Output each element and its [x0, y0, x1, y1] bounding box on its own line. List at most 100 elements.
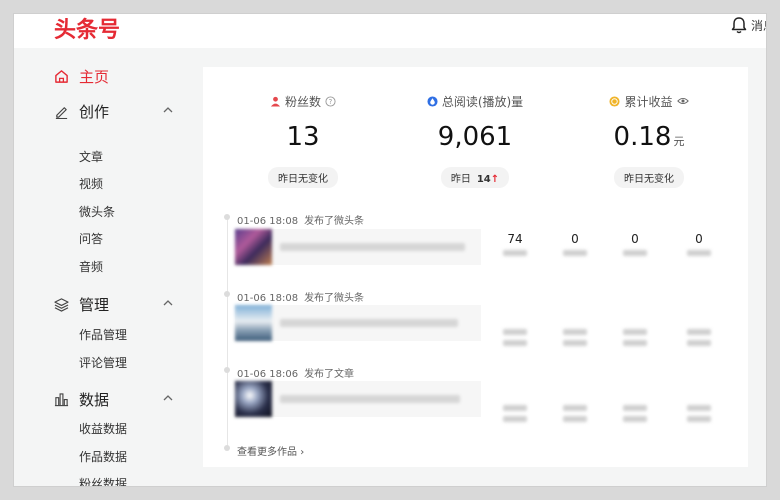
post-metric-value: [495, 385, 535, 397]
post-metric-value: [615, 309, 655, 321]
stat-label-text: 累计收益: [624, 94, 673, 109]
sidebar-subitem-micro-post[interactable]: 微头条: [79, 203, 115, 220]
post-metric: 0: [555, 233, 595, 256]
arrow-up-icon: ↑: [490, 174, 500, 185]
post-metric-value: [679, 385, 719, 397]
coin-icon: [609, 95, 621, 107]
svg-text:?: ?: [329, 97, 333, 105]
home-icon: [55, 70, 68, 83]
post-metric-value: [555, 385, 595, 397]
timeline-dot: [224, 445, 230, 451]
stat-earnings[interactable]: 累计收益 0.18 元 昨日无变化: [569, 67, 729, 188]
post-metric-value: 74: [507, 233, 523, 245]
sidebar-item-label: 管理: [79, 296, 110, 314]
sidebar-subitem-video[interactable]: 视频: [79, 175, 103, 192]
stat-change-badge: 昨日无变化: [614, 167, 684, 188]
chevron-right-icon: ›: [300, 447, 305, 458]
post-action: 发布了微头条: [304, 293, 365, 304]
timeline-dot: [224, 367, 230, 373]
sidebar-item-create[interactable]: 创作: [54, 101, 109, 122]
sidebar: 主页 创作 文章 视频 微头条 问答 音频 管理 作品管理 评论管理 数据 收益…: [14, 48, 194, 486]
messages-button[interactable]: 消息: [731, 16, 766, 34]
post-metric: 0: [679, 233, 719, 256]
post-time: 01-06 18:08: [237, 293, 299, 304]
post-metric-value: 0: [695, 233, 703, 245]
bell-icon: [731, 17, 747, 34]
sidebar-item-label: 创作: [79, 103, 110, 121]
sidebar-subitem-works-data[interactable]: 作品数据: [79, 448, 127, 465]
person-icon: [270, 96, 281, 107]
post-item[interactable]: [235, 229, 481, 265]
post-title-blurred: [280, 395, 460, 403]
stat-change-value: 14: [476, 174, 491, 185]
post-metric: [495, 309, 535, 346]
layers-icon: [54, 298, 69, 312]
post-action: 发布了文章: [304, 369, 355, 380]
stat-value: 13: [286, 122, 320, 152]
stat-change-label: 昨日无变化: [278, 174, 328, 185]
chevron-up-icon[interactable]: [162, 392, 174, 404]
post-metric-value: 0: [571, 233, 579, 245]
post-meta: 01-06 18:06 发布了文章: [237, 365, 354, 380]
timeline-dot: [224, 291, 230, 297]
timeline-line: [227, 217, 228, 449]
sidebar-subitem-fans-data[interactable]: 粉丝数据: [79, 475, 127, 486]
sidebar-subitem-audio[interactable]: 音频: [79, 258, 103, 275]
eye-icon[interactable]: [676, 96, 689, 106]
post-metric: [679, 385, 719, 422]
post-item[interactable]: [235, 381, 481, 417]
stat-fans[interactable]: 粉丝数 ? 13 昨日无变化: [223, 67, 383, 188]
chevron-up-icon[interactable]: [162, 104, 174, 116]
stat-value: 9,061: [437, 122, 513, 152]
bar-chart-icon: [54, 393, 69, 407]
post-metric: [615, 309, 655, 346]
overview-card: 粉丝数 ? 13 昨日无变化 总阅读(播放)量 9,061 昨日 14↑ 累计收…: [203, 67, 748, 467]
sidebar-subitem-qa[interactable]: 问答: [79, 230, 103, 247]
post-metric: 0: [615, 233, 655, 256]
sidebar-subitem-works-manage[interactable]: 作品管理: [79, 326, 127, 343]
post-title-blurred: [280, 319, 458, 327]
stat-unit: 元: [673, 135, 685, 148]
post-metric-value: [495, 309, 535, 321]
sidebar-subitem-comments-manage[interactable]: 评论管理: [79, 354, 127, 371]
view-more-label: 查看更多作品: [237, 447, 297, 458]
post-action: 发布了微头条: [304, 216, 365, 227]
drop-icon: [427, 95, 438, 107]
post-time: 01-06 18:08: [237, 216, 299, 227]
sidebar-item-manage[interactable]: 管理: [54, 294, 109, 315]
timeline-dot: [224, 214, 230, 220]
post-item[interactable]: [235, 305, 481, 341]
stat-value-number: 0.18: [613, 122, 672, 152]
post-metric-value: [555, 309, 595, 321]
post-title-blurred: [280, 243, 465, 251]
stat-change-badge: 昨日无变化: [268, 167, 338, 188]
post-metric: [555, 385, 595, 422]
post-metric: [495, 385, 535, 422]
stat-change-label: 昨日无变化: [624, 174, 674, 185]
question-icon[interactable]: ?: [325, 95, 336, 107]
post-thumbnail: [235, 229, 272, 265]
sidebar-subitem-article[interactable]: 文章: [79, 148, 103, 165]
sidebar-item-home[interactable]: 主页: [54, 66, 109, 87]
sidebar-item-data[interactable]: 数据: [54, 389, 109, 410]
post-meta: 01-06 18:08 发布了微头条: [237, 289, 364, 304]
top-bar: 头条号 消息: [14, 14, 766, 48]
view-more-works-link[interactable]: 查看更多作品 ›: [237, 443, 304, 458]
stat-label-text: 粉丝数: [284, 94, 321, 109]
messages-label: 消息: [751, 18, 766, 33]
post-metric-value: [615, 385, 655, 397]
stat-reads[interactable]: 总阅读(播放)量 9,061 昨日 14↑: [395, 67, 555, 188]
chevron-up-icon[interactable]: [162, 297, 174, 309]
post-metric: [555, 309, 595, 346]
logo[interactable]: 头条号: [54, 14, 120, 44]
post-time: 01-06 18:06: [237, 369, 299, 380]
stat-label-text: 总阅读(播放)量: [441, 94, 524, 109]
post-metric-value: [679, 309, 719, 321]
sidebar-subitem-earnings-data[interactable]: 收益数据: [79, 420, 127, 437]
sidebar-item-label: 数据: [79, 391, 110, 409]
post-metric-value: 0: [631, 233, 639, 245]
stat-change-badge: 昨日 14↑: [440, 167, 510, 188]
post-metric: [615, 385, 655, 422]
post-metric: [679, 309, 719, 346]
post-thumbnail: [235, 381, 272, 417]
